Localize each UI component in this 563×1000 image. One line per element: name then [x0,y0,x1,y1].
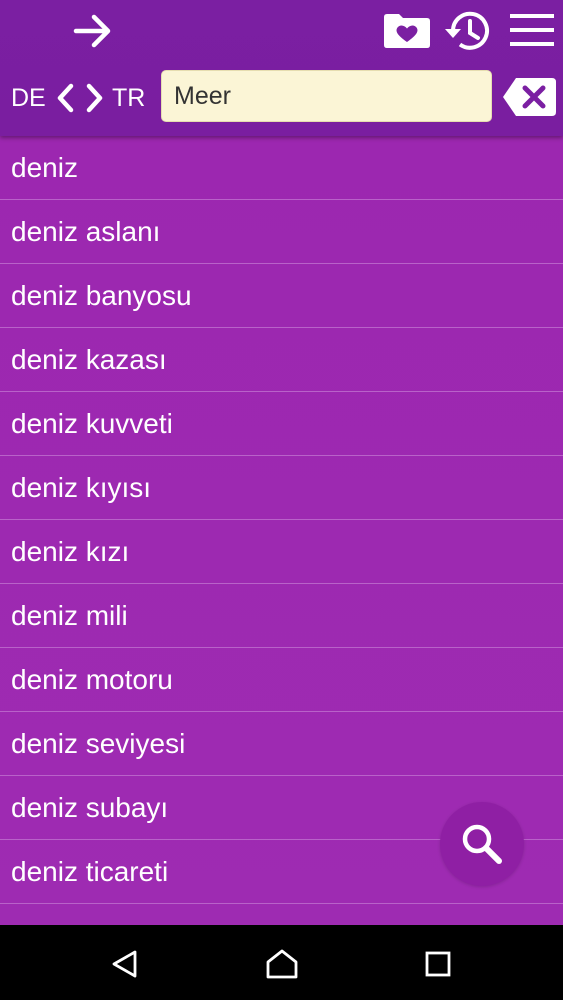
recents-square-icon[interactable] [425,951,451,977]
list-item[interactable]: deniz kızı [0,520,563,584]
list-item[interactable]: deniz [0,136,563,200]
back-triangle-icon[interactable] [110,949,140,979]
list-item[interactable]: deniz kıyısı [0,456,563,520]
top-toolbar: DE TR [0,0,563,136]
source-language-label[interactable]: DE [11,80,46,116]
target-language-label[interactable]: TR [112,80,145,116]
list-item[interactable]: deniz seviyesi [0,712,563,776]
menu-icon[interactable] [509,13,555,47]
system-navigation-bar [0,925,563,1000]
search-input[interactable] [161,70,492,122]
list-item[interactable]: deniz kuvveti [0,392,563,456]
list-item[interactable]: deniz banyosu [0,264,563,328]
list-item[interactable]: deniz kazası [0,328,563,392]
list-item[interactable]: deniz mili [0,584,563,648]
list-item[interactable] [0,904,563,925]
history-icon[interactable] [444,8,494,54]
backspace-clear-icon[interactable] [501,76,558,118]
list-item[interactable]: deniz motoru [0,648,563,712]
home-icon[interactable] [265,948,299,980]
folder-heart-icon[interactable] [382,12,432,50]
search-icon [462,824,502,864]
search-fab-button[interactable] [440,802,524,886]
swap-chevrons-icon[interactable] [55,83,107,113]
list-item[interactable]: deniz aslanı [0,200,563,264]
arrow-right-icon[interactable] [72,10,116,52]
